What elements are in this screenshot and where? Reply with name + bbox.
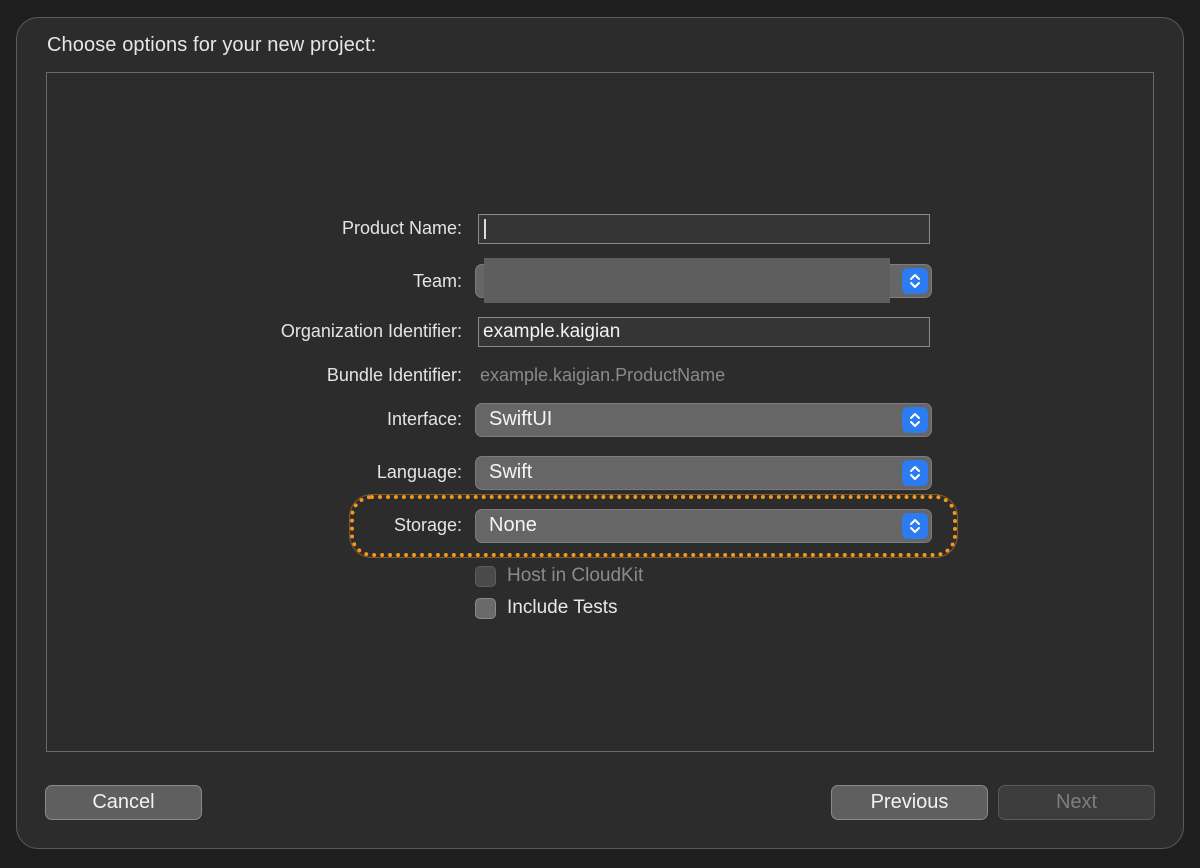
team-label: Team: [412, 271, 462, 291]
product-name-field[interactable] [478, 214, 930, 244]
include-tests-label[interactable]: Include Tests [507, 597, 618, 619]
interface-value: SwiftUI [489, 408, 553, 430]
text-caret [484, 219, 486, 239]
redaction-block [484, 258, 890, 303]
sheet-title: Choose options for your new project: [47, 34, 377, 56]
include-tests-checkbox[interactable] [475, 597, 496, 619]
language-popup[interactable]: Swift [475, 456, 932, 490]
previous-button[interactable]: Previous [831, 785, 988, 820]
organization-identifier-label: Organization Identifier: [280, 321, 462, 341]
chevron-up-down-icon [902, 460, 928, 486]
chevron-up-down-icon [902, 407, 928, 433]
interface-popup[interactable]: SwiftUI [475, 403, 932, 437]
cancel-button[interactable]: Cancel [45, 785, 202, 820]
storage-highlight-annotation [350, 495, 957, 557]
next-button[interactable]: Next [998, 785, 1155, 820]
bundle-identifier-label: Bundle Identifier: [326, 365, 462, 385]
include-tests-checkbox-row[interactable]: Include Tests [475, 596, 618, 620]
team-popup[interactable] [475, 258, 932, 303]
language-label: Language: [376, 462, 462, 482]
host-in-cloudkit-checkbox[interactable] [475, 565, 496, 587]
chevron-up-down-icon [902, 268, 928, 294]
bundle-identifier-value: example.kaigian.ProductName [480, 365, 726, 385]
product-name-label: Product Name: [341, 218, 462, 238]
host-in-cloudkit-label: Host in CloudKit [507, 565, 644, 586]
host-in-cloudkit-checkbox-row: Host in CloudKit [475, 564, 643, 588]
interface-label: Interface: [386, 409, 462, 429]
organization-identifier-field[interactable]: example.kaigian [478, 317, 930, 347]
language-value: Swift [489, 461, 533, 483]
